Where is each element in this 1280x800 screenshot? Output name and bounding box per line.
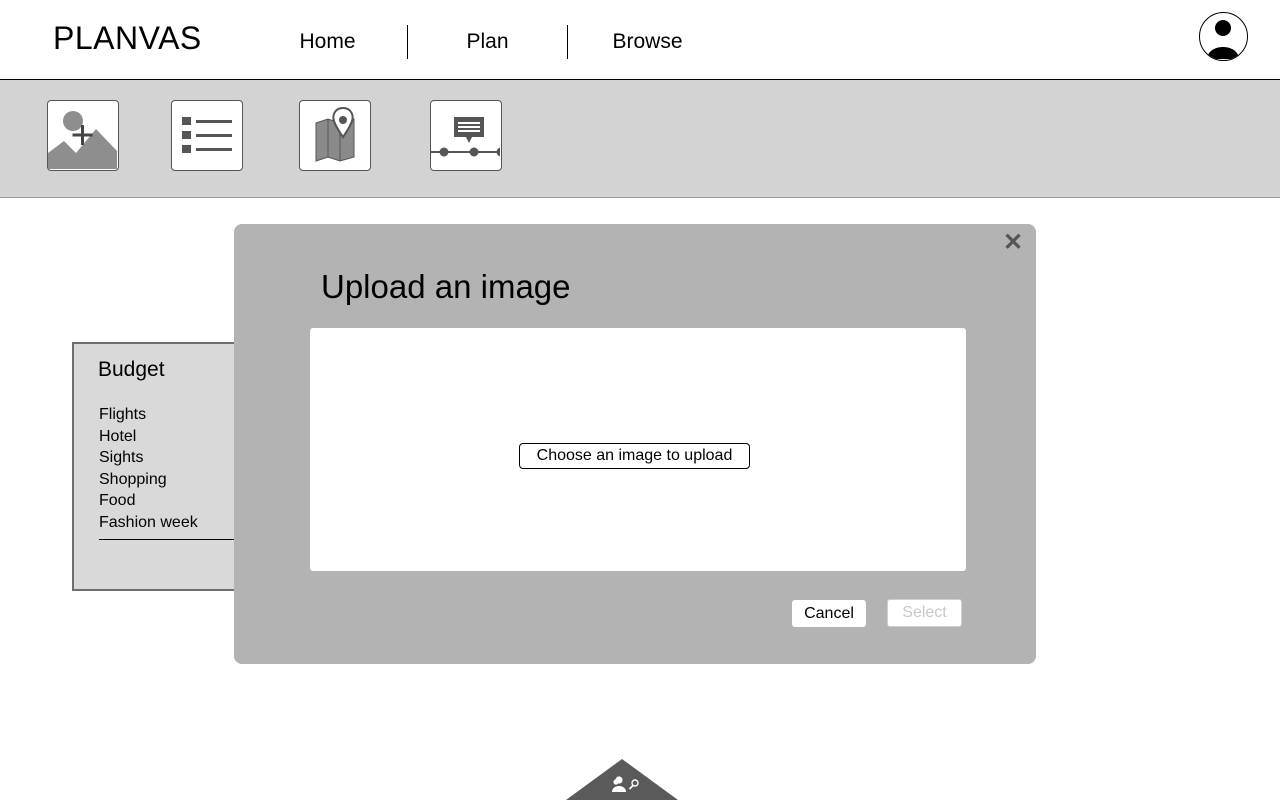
dialog-title: Upload an image: [321, 268, 571, 305]
budget-list: Flights Hotel Sights Shopping Food Fashi…: [99, 404, 198, 533]
collaborators-search-icon[interactable]: [566, 759, 678, 800]
budget-item: Shopping: [99, 470, 167, 488]
list-icon[interactable]: [171, 100, 243, 171]
nav-plan[interactable]: Plan: [408, 30, 567, 54]
cancel-button[interactable]: Cancel: [792, 600, 866, 627]
choose-image-button[interactable]: Choose an image to upload: [519, 443, 750, 469]
close-icon[interactable]: ✕: [1002, 231, 1024, 255]
select-button[interactable]: Select: [887, 599, 962, 627]
map-pin-icon[interactable]: [299, 100, 371, 171]
budget-title: Budget: [98, 358, 165, 381]
main-nav: Home Plan Browse: [248, 24, 727, 60]
budget-item: Food: [99, 492, 136, 509]
app-page: PLANVAS Home Plan Browse Budget Flights …: [0, 0, 1280, 800]
budget-item: Sights: [99, 449, 144, 466]
add-image-icon[interactable]: [47, 100, 119, 171]
image-drop-area[interactable]: Choose an image to upload: [310, 328, 966, 571]
app-logo[interactable]: PLANVAS: [53, 20, 202, 57]
top-header: PLANVAS Home Plan Browse: [0, 0, 1280, 80]
upload-image-dialog: ✕ Upload an image Choose an image to upl…: [234, 224, 1036, 664]
timeline-comment-icon[interactable]: [430, 100, 502, 171]
tool-bar: [0, 80, 1280, 198]
budget-item: Fashion week: [99, 513, 198, 531]
nav-browse[interactable]: Browse: [568, 30, 727, 54]
user-avatar-icon[interactable]: [1199, 12, 1248, 61]
budget-item: Hotel: [99, 427, 137, 445]
budget-item: Flights: [99, 406, 147, 423]
nav-home[interactable]: Home: [248, 30, 407, 54]
